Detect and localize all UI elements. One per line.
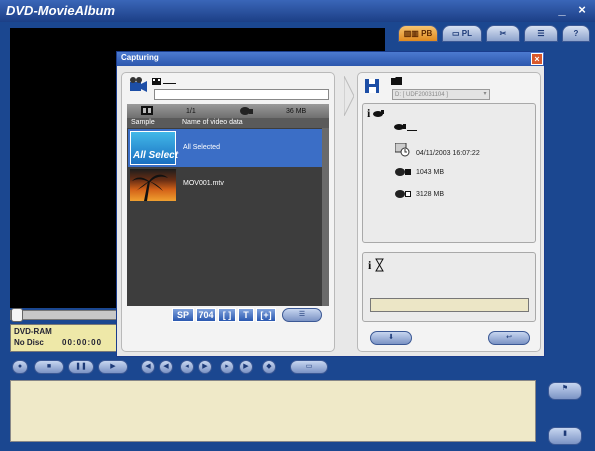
- tab-help[interactable]: ?: [562, 25, 590, 42]
- video-thumbnail[interactable]: [130, 169, 176, 201]
- dialog-title: Capturing: [121, 53, 159, 62]
- save-to-disc-icon: [363, 76, 383, 96]
- free-space-icon: [395, 188, 415, 200]
- used-space-icon: [395, 166, 415, 178]
- prev-icon: ◀: [145, 363, 151, 370]
- step-back-button[interactable]: ◂: [180, 360, 194, 374]
- list-count: 1/1: [186, 108, 196, 115]
- disc-info-box: [362, 103, 536, 243]
- film-icon: ▥▥: [403, 29, 419, 38]
- svg-text:i: i: [367, 106, 371, 120]
- exit-door-icon: ▮: [563, 430, 567, 437]
- playlist-icon: ▭: [451, 29, 460, 38]
- resolution-button[interactable]: 704: [196, 308, 216, 322]
- tab-pl[interactable]: ▭ PL: [442, 25, 482, 42]
- capture-button[interactable]: ▭: [290, 360, 328, 374]
- record-icon: ●: [17, 363, 23, 370]
- back-button[interactable]: ↩: [488, 331, 530, 345]
- film-icon: [141, 106, 153, 115]
- minimize-button[interactable]: _: [553, 2, 571, 19]
- tab-pl-label: PL: [461, 29, 473, 38]
- list-item-name: All Selected: [183, 144, 220, 151]
- tab-settings[interactable]: ☰: [524, 25, 558, 42]
- back-arrow-icon: ↩: [506, 334, 512, 341]
- close-button[interactable]: ×: [573, 2, 591, 19]
- disc-label-icon: [393, 120, 417, 134]
- col-name: Name of video data: [182, 119, 243, 126]
- down-arrow-icon: ⬇: [388, 334, 394, 341]
- play-icon: ▶: [110, 363, 116, 370]
- sp-mode-button[interactable]: SP: [172, 308, 194, 322]
- time-code: 00:00:00: [62, 338, 103, 347]
- dialog-title-bar: [117, 52, 544, 66]
- flag-icon: ⚑: [561, 385, 569, 392]
- col-sample: Sample: [131, 119, 155, 126]
- exit-button[interactable]: ▮: [548, 427, 582, 445]
- date-clock-icon: [395, 143, 411, 157]
- chapter-icon: ◆: [266, 363, 272, 370]
- dialog-close-button[interactable]: ×: [531, 53, 543, 65]
- tab-edit[interactable]: ✂: [486, 25, 520, 42]
- pause-icon: ❚❚: [75, 363, 87, 370]
- fit-button[interactable]: [+]: [256, 308, 276, 322]
- rewind-icon: ◀: [163, 363, 169, 370]
- settings-icon: ☰: [298, 311, 306, 318]
- stop-icon: ■: [46, 363, 52, 370]
- tab-pb-label: PB: [421, 29, 433, 38]
- free-space: 3128 MB: [416, 191, 445, 198]
- record-button[interactable]: ●: [12, 360, 28, 374]
- prev-button[interactable]: ◀: [141, 360, 155, 374]
- capture-icon: ▭: [305, 363, 313, 370]
- step-back-icon: ◂: [185, 363, 189, 370]
- used-space: 1043 MB: [416, 169, 445, 176]
- svg-text:i: i: [368, 258, 372, 272]
- capture-progress-bar: [370, 298, 529, 312]
- seek-thumb[interactable]: [11, 308, 23, 322]
- drive-select[interactable]: D: [ UDF20031104 ]: [392, 89, 490, 100]
- film-label-icon: [152, 78, 176, 86]
- play-button[interactable]: ▶: [98, 360, 128, 374]
- capture-name-field[interactable]: [154, 89, 329, 100]
- list-scrollbar[interactable]: [322, 128, 329, 306]
- crop-button[interactable]: [ ]: [218, 308, 236, 322]
- tab-pb[interactable]: ▥▥ PB: [398, 25, 438, 42]
- folder-icon: [391, 76, 403, 86]
- list-settings-button[interactable]: ☰: [282, 308, 322, 322]
- app-title: DVD-MovieAlbum: [6, 3, 116, 18]
- start-capture-button[interactable]: ⬇: [370, 331, 412, 345]
- next-button[interactable]: ▶: [239, 360, 253, 374]
- disc-size-icon: [240, 106, 254, 116]
- disc-date: 04/11/2003 16:07:22: [416, 150, 480, 157]
- settings-icon: ☰: [537, 29, 545, 38]
- edit-icon: ✂: [499, 29, 507, 38]
- next-icon: ▶: [243, 363, 249, 370]
- title-button[interactable]: T: [238, 308, 254, 322]
- list-size: 36 MB: [286, 108, 307, 115]
- arrow-divider-icon: [344, 76, 354, 116]
- disc-status: No Disc: [14, 338, 44, 347]
- chevron-down-icon[interactable]: ▾: [481, 90, 489, 99]
- help-icon: ?: [573, 29, 579, 38]
- step-forward-button[interactable]: ▸: [220, 360, 234, 374]
- drive-label: DVD-RAM: [14, 327, 52, 336]
- stop-button[interactable]: ■: [34, 360, 64, 374]
- camera-icon: [128, 76, 150, 96]
- all-select-thumb-text: All Select: [133, 150, 179, 161]
- step-forward-icon: ▸: [225, 363, 229, 370]
- pause-button[interactable]: ❚❚: [68, 360, 94, 374]
- forward-icon: ▶: [202, 363, 208, 370]
- rewind-button[interactable]: ◀: [159, 360, 173, 374]
- list-item-name[interactable]: MOV001.mtv: [183, 180, 224, 187]
- info-icon: i: [367, 106, 387, 120]
- hourglass-icon: i: [368, 258, 388, 272]
- flag-button[interactable]: ⚑: [548, 382, 582, 400]
- forward-button[interactable]: ▶: [198, 360, 212, 374]
- bottom-panel: [10, 380, 536, 442]
- chapter-button[interactable]: ◆: [262, 360, 276, 374]
